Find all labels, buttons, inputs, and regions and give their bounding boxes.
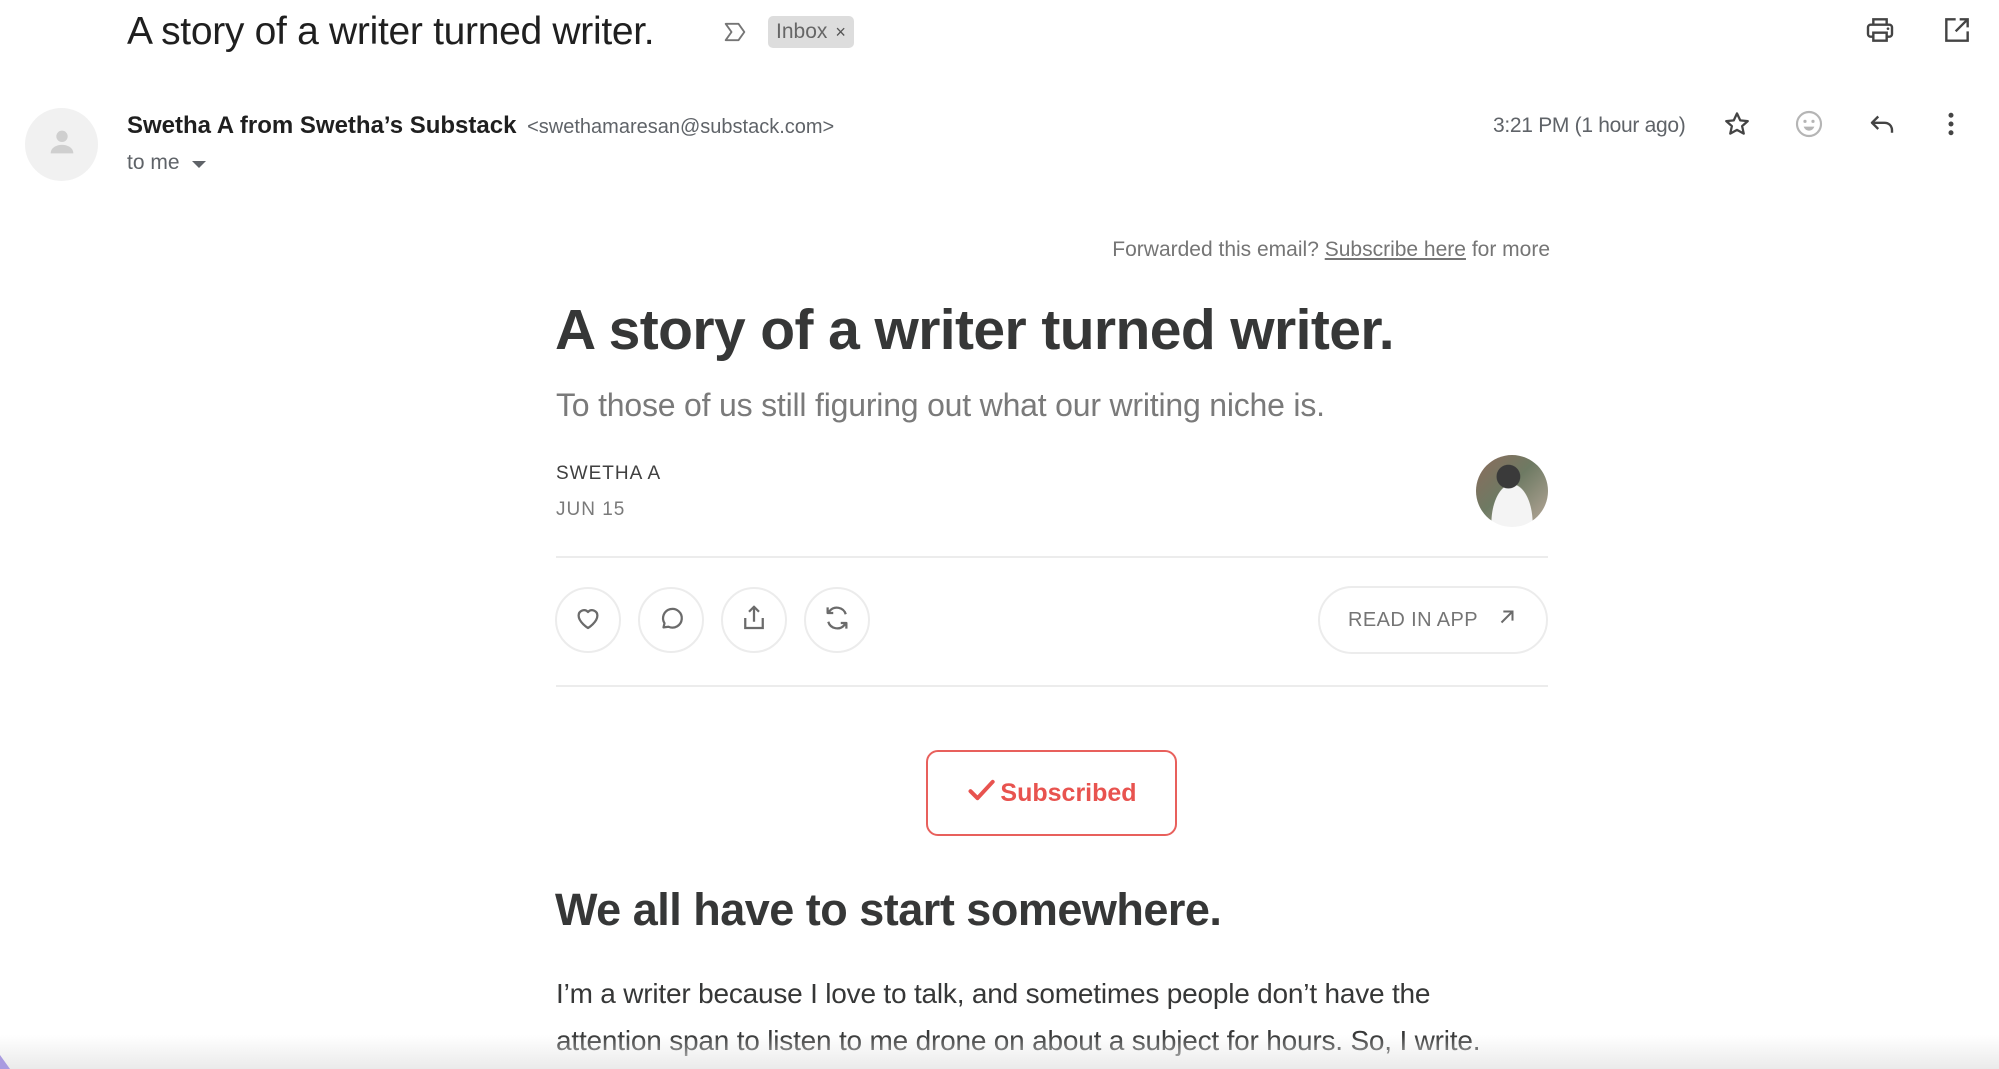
inbox-label-chip: Inbox × (768, 16, 854, 48)
sender-avatar[interactable] (25, 108, 98, 181)
star-button[interactable] (1717, 106, 1757, 146)
post-title[interactable]: A story of a writer turned writer. (555, 294, 1395, 366)
heart-icon (573, 603, 603, 638)
sender-line: Swetha A from Swetha’s Substack <swetham… (127, 110, 834, 143)
restack-button[interactable] (804, 587, 870, 653)
more-vert-icon (1936, 109, 1966, 144)
author-name[interactable]: SWETHA A (556, 462, 661, 486)
section-heading: We all have to start somewhere. (555, 884, 1222, 935)
post-body: I’m a writer because I love to talk, and… (556, 970, 1556, 1064)
divider (556, 556, 1548, 558)
print-icon (1864, 14, 1896, 51)
checkmark-icon (966, 776, 996, 811)
forwarded-suffix: for more (1471, 238, 1550, 261)
add-reaction-button[interactable] (1789, 106, 1829, 146)
remove-label-button[interactable]: × (835, 16, 846, 48)
label-importance-icon[interactable] (721, 18, 749, 46)
body-paragraph-line: attention span to listen to me drone on … (556, 1025, 1481, 1056)
subscribed-label: Subscribed (1000, 778, 1137, 807)
sender-email: <swethamaresan@substack.com> (527, 116, 835, 138)
forwarded-notice: Forwarded this email? Subscribe here for… (1073, 236, 1550, 264)
post-date: JUN 15 (556, 499, 626, 520)
corner-accent (0, 1055, 10, 1069)
more-options-button[interactable] (1931, 106, 1971, 146)
inbox-label-text: Inbox (776, 20, 828, 43)
open-in-new-icon (1941, 14, 1973, 51)
post-subtitle: To those of us still figuring out what o… (556, 387, 1325, 423)
person-icon (45, 125, 79, 164)
recipient-details-toggle[interactable]: to me (127, 148, 206, 178)
like-button[interactable] (555, 587, 621, 653)
open-in-new-window-button[interactable] (1939, 14, 1975, 50)
forwarded-prefix: Forwarded this email? (1112, 238, 1319, 261)
divider (556, 685, 1548, 687)
sender-name[interactable]: Swetha A from Swetha’s Substack (127, 112, 516, 139)
arrow-up-right-icon (1496, 606, 1518, 634)
subscribe-here-link[interactable]: Subscribe here (1325, 238, 1466, 261)
share-upload-icon (739, 603, 769, 638)
star-icon (1722, 109, 1752, 144)
read-in-app-button[interactable]: READ IN APP (1318, 586, 1548, 654)
share-button[interactable] (721, 587, 787, 653)
comment-button[interactable] (638, 587, 704, 653)
body-paragraph-line: I’m a writer because I love to talk, and… (556, 978, 1431, 1009)
subscribed-button[interactable]: Subscribed (926, 750, 1177, 836)
emoji-reaction-icon (1793, 108, 1825, 145)
chevron-down-icon (191, 161, 206, 168)
author-avatar[interactable] (1476, 455, 1548, 527)
message-timestamp: 3:21 PM (1 hour ago) (1493, 114, 1686, 137)
restack-refresh-icon (822, 603, 852, 638)
recipient-text: to me (127, 151, 180, 174)
reply-icon (1867, 109, 1897, 144)
print-button[interactable] (1862, 14, 1898, 50)
comment-bubble-icon (656, 603, 686, 638)
reply-button[interactable] (1862, 106, 1902, 146)
read-in-app-label: READ IN APP (1348, 608, 1478, 631)
email-subject: A story of a writer turned writer. (127, 10, 655, 53)
